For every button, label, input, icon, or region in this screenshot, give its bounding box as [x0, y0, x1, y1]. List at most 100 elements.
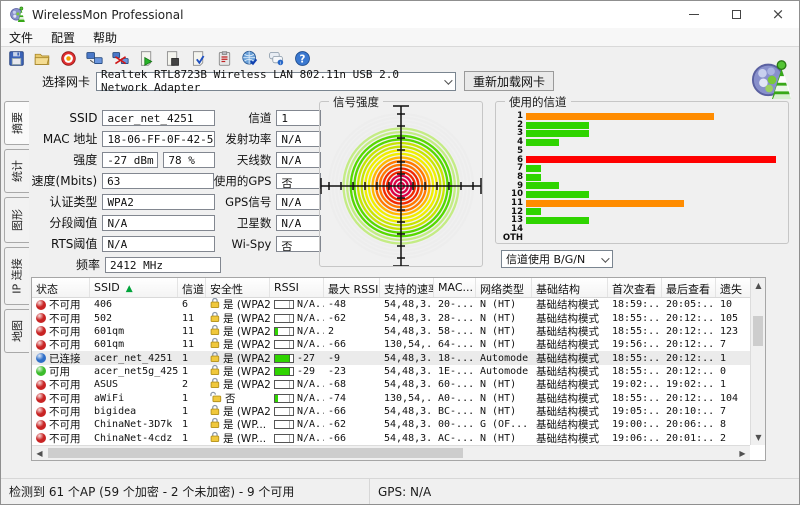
rssi-cell: N/A... — [270, 299, 324, 310]
column-header-8[interactable]: MAC... — [434, 278, 476, 297]
channel-cell: 1 — [178, 366, 206, 377]
sidebar-tab-statistics[interactable]: 统计 — [4, 149, 29, 193]
feedback-icon[interactable]: i — [265, 48, 287, 68]
max-rssi-cell: -9 — [324, 353, 380, 364]
table-row-ChinaNet-4cdz[interactable]: 不可用ChinaNet-4cdz1是 (WP...N/A...-6654,48,… — [32, 432, 765, 445]
rssi-bar-icon — [274, 367, 294, 376]
sidebar-tab-summary[interactable]: 摘要 — [4, 101, 29, 145]
column-header-10[interactable]: 基础结构 — [532, 278, 608, 297]
rssi-bar-icon — [274, 340, 294, 349]
sidebar-tab-label: 地图 — [9, 320, 25, 342]
report-icon[interactable] — [213, 48, 235, 68]
summary-row: 认证类型WPA2GPS信号N/A — [31, 191, 321, 212]
table-row-acer_net5g_4251[interactable]: 可用acer_net5g_42511是 (WPA2)-29-2354,48,3.… — [32, 365, 765, 378]
network-type-cell: N (HT) — [476, 433, 532, 444]
table-row-ChinaNet-3D7k[interactable]: 不可用ChinaNet-3D7k1是 (WP...N/A...-6254,48,… — [32, 418, 765, 431]
sidebar-tab-graphs[interactable]: 图形 — [4, 197, 29, 243]
disconnect-icon[interactable] — [109, 48, 131, 68]
mac-cell: AC-... — [434, 433, 476, 444]
maximize-button[interactable] — [715, 1, 757, 28]
adapter-select-value: Realtek RTL8723B Wireless LAN 802.11n US… — [101, 68, 451, 94]
sidebar-tab-ip-connections[interactable]: IP 连接 — [4, 247, 29, 305]
summary-row: 速度(Mbits)63使用的GPS否 — [31, 170, 321, 191]
channel-row-14: 14 — [502, 225, 782, 234]
channel-usage-bar — [526, 156, 776, 163]
rates-cell: 130,54,... — [380, 339, 434, 350]
menu-help[interactable]: 帮助 — [93, 29, 117, 46]
menu-bar: 文件 配置 帮助 — [1, 28, 799, 47]
web-check-icon[interactable] — [239, 48, 261, 68]
vertical-scroll-thumb[interactable] — [753, 316, 763, 346]
table-row-601qm[interactable]: 不可用601qm11是 (WPA2)N/A...254,48,3...58-..… — [32, 325, 765, 338]
channel-row-OTH: OTH — [502, 234, 782, 243]
save-icon[interactable] — [5, 48, 27, 68]
target-icon[interactable] — [57, 48, 79, 68]
channel-usage-bar — [526, 217, 589, 224]
column-header-4[interactable]: 安全性 — [206, 278, 270, 297]
first-seen-cell: 18:55:... — [608, 366, 662, 377]
channel-row-5: 5 — [502, 147, 782, 156]
scroll-right-icon[interactable]: ▶ — [735, 446, 750, 461]
horizontal-scrollbar[interactable]: ◀ ▶ — [32, 445, 750, 460]
minimize-button[interactable] — [673, 1, 715, 28]
max-rssi-cell: -66 — [324, 433, 380, 444]
status-bar: 检测到 61 个AP (59 个加密 - 2 个未加密) - 9 个可用 GPS… — [1, 478, 799, 504]
stop-log-icon[interactable] — [161, 48, 183, 68]
summary-row: 分段阈值N/A卫星数N/A — [31, 212, 321, 233]
scroll-down-icon[interactable]: ▼ — [751, 430, 766, 445]
table-row-acer_net_4251[interactable]: 已连接acer_net_42511是 (WPA2)-27-954,48,3...… — [32, 351, 765, 364]
column-header-5[interactable]: RSSI — [270, 278, 324, 297]
last-seen-cell: 20:01:... — [662, 433, 716, 444]
start-log-icon[interactable] — [135, 48, 157, 68]
reload-adapter-button[interactable]: 重新加载网卡 — [464, 71, 554, 91]
channel-usage-bar — [526, 113, 714, 120]
menu-configure[interactable]: 配置 — [51, 29, 75, 46]
channel-filter-select[interactable]: 信道使用 B/G/N — [501, 250, 613, 268]
column-header-2[interactable]: SSID▲ — [90, 278, 178, 297]
table-row-601qm[interactable]: 不可用601qm11是 (WPA2)N/A...-66130,54,...64-… — [32, 338, 765, 351]
sidebar-tab-label: 统计 — [9, 160, 25, 182]
column-header-6[interactable]: 最大 RSSI — [324, 278, 380, 297]
mac-cell: 20-... — [434, 299, 476, 310]
rssi-bar-icon — [274, 380, 294, 389]
column-header-11[interactable]: 首次查看 — [608, 278, 662, 297]
channel-cell: 11 — [178, 313, 206, 324]
mac-cell: 18-... — [434, 353, 476, 364]
column-header-1[interactable]: 状态 — [32, 278, 90, 297]
column-header-7[interactable]: 支持的速率 — [380, 278, 434, 297]
test-options-icon[interactable] — [187, 48, 209, 68]
window-title: WirelessMon Professional — [32, 8, 183, 22]
connect-icon[interactable] — [83, 48, 105, 68]
column-header-12[interactable]: 最后查看 — [662, 278, 716, 297]
status-red-icon — [36, 326, 46, 336]
field-label: 频率 — [31, 256, 105, 273]
network-type-cell: N (HT) — [476, 393, 532, 404]
table-row-502[interactable]: 不可用50211是 (WPA2)N/A...-6254,48,3...28-..… — [32, 311, 765, 324]
adapter-select[interactable]: Realtek RTL8723B Wireless LAN 802.11n US… — [96, 72, 456, 91]
column-header-3[interactable]: 信道 — [178, 278, 206, 297]
table-row-406[interactable]: 不可用4066是 (WPA2)N/A...-4854,48,3...20-...… — [32, 298, 765, 311]
table-row-aWiFi[interactable]: 不可用aWiFi1否N/A...-74130,54,...A0-...N (HT… — [32, 392, 765, 405]
horizontal-scroll-thumb[interactable] — [48, 448, 463, 458]
column-header-9[interactable]: 网络类型 — [476, 278, 532, 297]
channel-cell: 6 — [178, 299, 206, 310]
open-folder-icon[interactable] — [31, 48, 53, 68]
rssi-cell: N/A... — [270, 433, 324, 444]
field-label: 分段阈值 — [31, 214, 102, 231]
mac-cell: A0-... — [434, 393, 476, 404]
sidebar-tab-label: 摘要 — [9, 112, 25, 134]
help-icon[interactable]: ? — [291, 48, 313, 68]
sidebar-tab-map[interactable]: 地图 — [4, 309, 29, 353]
network-type-cell: N (HT) — [476, 406, 532, 417]
rates-cell: 54,48,3... — [380, 406, 434, 417]
rssi-bar-icon — [274, 420, 294, 429]
scroll-up-icon[interactable]: ▲ — [751, 278, 766, 293]
close-button[interactable]: × — [757, 1, 799, 28]
scroll-left-icon[interactable]: ◀ — [32, 446, 47, 461]
menu-file[interactable]: 文件 — [9, 29, 33, 46]
column-header-13[interactable]: 遗失 — [716, 278, 752, 297]
signal-strength-title: 信号强度 — [329, 94, 383, 110]
table-row-bigidea[interactable]: 不可用bigidea1是 (WPA2)N/A...-6654,48,3...BC… — [32, 405, 765, 418]
table-row-ASUS[interactable]: 不可用ASUS2是 (WPA2)N/A...-6854,48,3...60-..… — [32, 378, 765, 391]
vertical-scrollbar[interactable]: ▲ ▼ — [750, 278, 765, 445]
